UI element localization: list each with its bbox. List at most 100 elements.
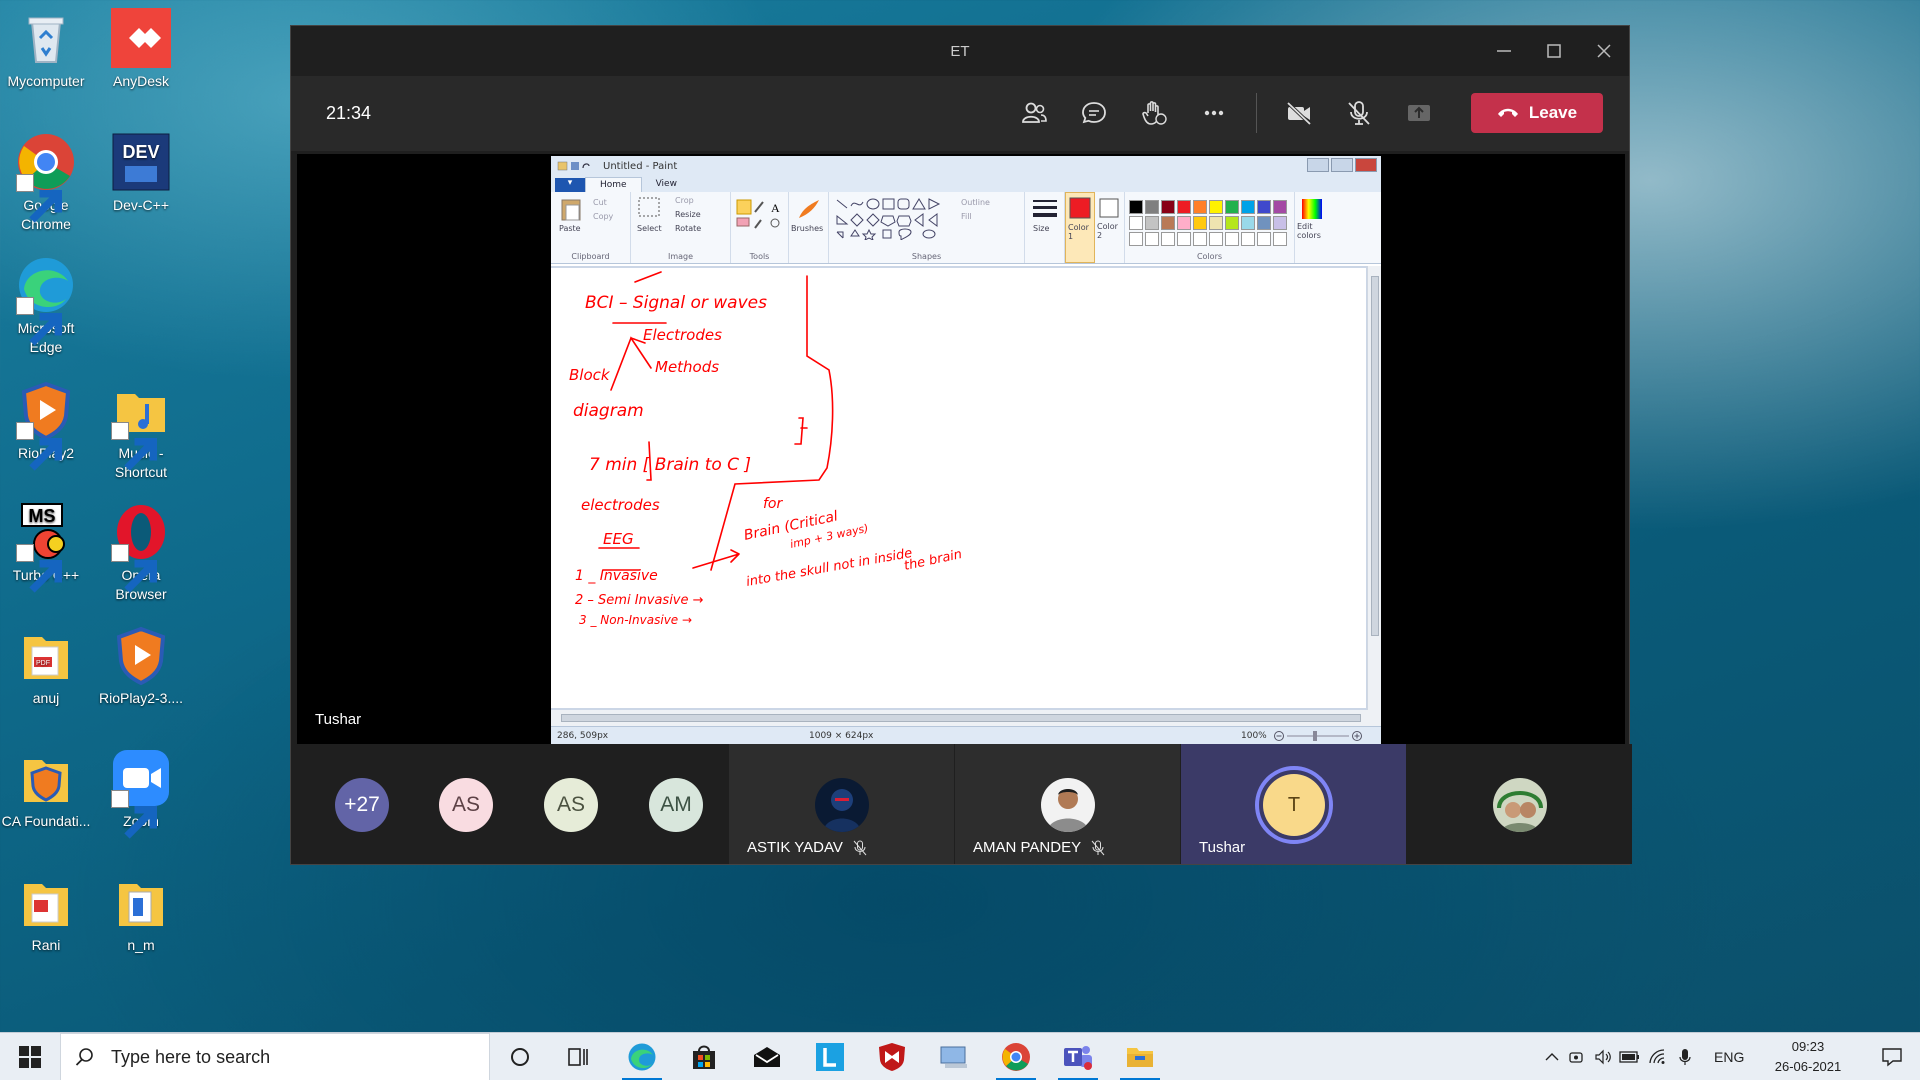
paint-tab-home: Home (585, 177, 642, 192)
task-view-button[interactable] (550, 1033, 606, 1080)
anydesk-icon (111, 8, 171, 68)
participant-avatar[interactable]: AM (649, 778, 703, 832)
desktop-icon-chrome[interactable]: Google Chrome (0, 132, 92, 234)
mic-off-icon (1348, 101, 1370, 125)
desktop-icon-anydesk[interactable]: AnyDesk (95, 8, 187, 91)
desktop-icon-devcpp[interactable]: DEV Dev-C++ (95, 132, 187, 215)
paint-ribbon-tabs: ▾ Home View (551, 176, 1381, 192)
tools-icons: A (736, 199, 780, 229)
desktop-icon-rioplay2[interactable]: RioPlay2 (0, 380, 92, 471)
show-hidden-icons-button[interactable] (1540, 1052, 1564, 1062)
chat-icon (1082, 102, 1106, 124)
close-icon (1597, 44, 1611, 58)
task-view-icon (568, 1048, 588, 1066)
tray-volume[interactable] (1590, 1049, 1616, 1065)
action-center-button[interactable] (1864, 1033, 1920, 1080)
participant-tile[interactable] (1407, 744, 1632, 864)
taskbar-network-app[interactable] (926, 1033, 982, 1080)
paint-tab-view: View (655, 179, 677, 189)
folder-icon (1127, 1048, 1153, 1067)
paint-status-bar: 286, 509px 1009 × 624px 100% (551, 726, 1381, 744)
participant-avatar[interactable]: AS (439, 778, 493, 832)
taskbar-l-app[interactable] (802, 1033, 858, 1080)
close-button[interactable] (1579, 26, 1629, 76)
more-actions-button[interactable] (1184, 90, 1244, 136)
participant-avatar[interactable]: AS (544, 778, 598, 832)
more-participants-button[interactable]: +27 (335, 778, 389, 832)
handwriting-line: 7 min [ Brain to C ] (589, 455, 751, 475)
mic-toggle-button[interactable] (1329, 90, 1389, 136)
desktop-icon-ca-foundation[interactable]: CA Foundati... (0, 748, 92, 831)
desktop-icon-zoom[interactable]: Zoom (95, 748, 187, 839)
taskbar-search-box[interactable]: Type here to search (60, 1033, 490, 1080)
minimize-button[interactable] (1479, 26, 1529, 76)
handwriting-line: EEG (603, 530, 634, 548)
paint-titlebar: Untitled - Paint (551, 156, 1381, 176)
shortcut-arrow-icon (16, 174, 62, 223)
quick-access-toolbar-icon (557, 161, 590, 171)
taskbar-teams[interactable] (1050, 1033, 1106, 1080)
tray-wifi[interactable] (1644, 1049, 1672, 1065)
taskbar-store[interactable] (676, 1033, 732, 1080)
desktop-icon-rani[interactable]: Rani (0, 872, 92, 955)
raise-hand-button[interactable] (1124, 90, 1184, 136)
leave-button[interactable]: Leave (1471, 93, 1603, 133)
meeting-timer: 21:34 (326, 103, 372, 123)
line-size-icon (1033, 200, 1057, 217)
paint-vertical-scrollbar (1367, 266, 1381, 710)
taskbar-edge[interactable] (614, 1033, 670, 1080)
taskbar-mail[interactable] (739, 1033, 795, 1080)
desktop-icon-anuj[interactable]: PDF anuj (0, 625, 92, 708)
avatar: T (1263, 774, 1325, 836)
music-folder-icon (111, 380, 171, 471)
shortcut-arrow-icon (16, 297, 62, 346)
microphone-icon (1679, 1049, 1691, 1065)
taskbar-clock[interactable]: 09:23 26-06-2021 (1762, 1037, 1854, 1077)
taskbar-mcafee[interactable] (864, 1033, 920, 1080)
cortana-button[interactable] (492, 1033, 548, 1080)
chrome-icon (1002, 1043, 1030, 1071)
chevron-up-icon (1545, 1053, 1559, 1061)
tray-microphone[interactable] (1672, 1048, 1698, 1066)
desktop-icon-edge[interactable]: Microsoft Edge (0, 255, 92, 357)
paint-horizontal-scrollbar (551, 710, 1381, 726)
divider (1256, 93, 1257, 133)
pdf-folder-icon: PDF (16, 625, 76, 685)
avatar (1041, 778, 1095, 832)
desktop-icon-turbocpp[interactable]: MS Turbo C++ (0, 502, 92, 593)
desktop-icon-music[interactable]: Music - Shortcut (95, 380, 187, 482)
image-group: Select Crop Resize Rotate Image (631, 192, 731, 263)
zoom-slider-icon (1274, 731, 1362, 741)
shapes-gallery-icon (836, 198, 941, 240)
desktop-icon-opera[interactable]: Opera Browser (95, 502, 187, 604)
chat-button[interactable] (1064, 90, 1124, 136)
participant-name: Tushar (1199, 839, 1246, 856)
desktop-icon-mycomputer[interactable]: Mycomputer (0, 8, 92, 91)
tray-webcam[interactable] (1564, 1049, 1590, 1065)
desktop-icon-n-m[interactable]: n_m (95, 872, 187, 955)
participants-button[interactable] (1004, 90, 1064, 136)
participant-tile[interactable]: ASTIK YADAV (729, 744, 954, 864)
teams-icon (1064, 1046, 1092, 1070)
chrome-icon (16, 132, 76, 223)
handwriting-line: for (763, 496, 783, 512)
maximize-button[interactable] (1529, 26, 1579, 76)
start-button[interactable] (0, 1033, 60, 1080)
share-screen-button[interactable] (1389, 90, 1449, 136)
desktop-icon-rioplay2-3[interactable]: RioPlay2-3.... (95, 625, 187, 708)
handwriting-line: diagram (573, 401, 644, 421)
minimize-icon (1497, 50, 1511, 52)
tray-battery[interactable] (1616, 1050, 1644, 1064)
participant-tile-active-speaker[interactable]: T Tushar (1181, 744, 1406, 864)
shapes-group: Outline Fill Shapes (829, 192, 1025, 263)
edit-colors-icon (1302, 199, 1322, 219)
taskbar-file-explorer[interactable] (1112, 1033, 1168, 1080)
camera-toggle-button[interactable] (1269, 90, 1329, 136)
cursor-position: 286, 509px (557, 730, 609, 741)
mic-off-icon (853, 840, 867, 855)
meeting-controls-bar: 21:34 Leave (291, 76, 1629, 151)
taskbar-chrome[interactable] (988, 1033, 1044, 1080)
handwriting-line: 3 _ Non-Invasive → (579, 613, 692, 627)
language-indicator[interactable]: ENG (1714, 1049, 1744, 1065)
participant-tile[interactable]: AMAN PANDEY (955, 744, 1180, 864)
